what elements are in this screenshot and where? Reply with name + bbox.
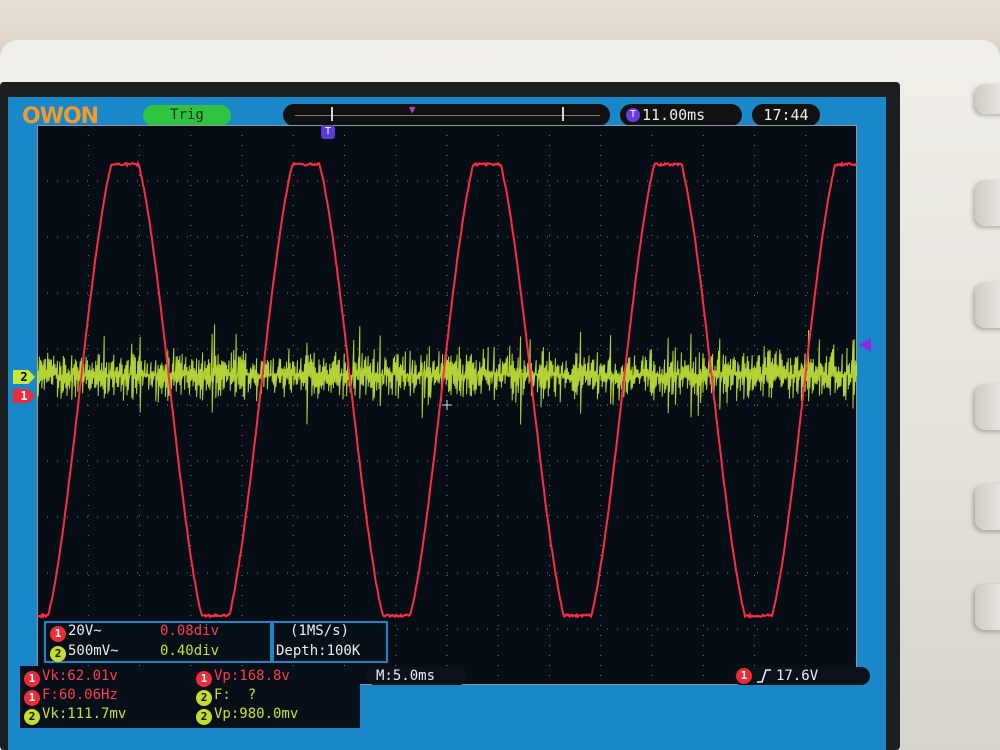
ch2-offset: 0.40div	[160, 643, 220, 659]
position-bracket-right	[562, 107, 564, 121]
trigger-level-marker	[859, 338, 871, 352]
trigger-level-value: 17.6V	[776, 668, 819, 684]
trigger-time-icon: T	[626, 108, 640, 122]
trigger-marker-icon: T	[321, 125, 335, 139]
horizontal-position-box: T 11.00ms	[620, 104, 742, 126]
trigger-source-icon: 1	[736, 668, 752, 684]
ch2-icon: 2	[196, 690, 212, 706]
ch1-icon: 1	[24, 671, 40, 687]
channel-settings-panel: 1 20V~ 0.08div 2 500mV~ 0.40div	[44, 621, 272, 663]
waveform-plot-area	[36, 125, 858, 685]
trigger-status-badge: Trig	[143, 105, 231, 126]
side-menu-button-3[interactable]	[975, 384, 1000, 430]
ch2-frequency-measurement: 2 F: ?	[196, 687, 256, 706]
rising-edge-icon	[757, 669, 771, 683]
clock-box: 17:44	[752, 104, 820, 126]
measurements-panel: 1 Vk:62.01v 1 Vp:168.8v 1 F:60.06Hz 2 F: ? 2…	[20, 666, 360, 728]
side-menu-button-5[interactable]	[975, 584, 1000, 630]
acquisition-panel: (1MS/s) Depth:100K	[272, 621, 388, 663]
ch1-offset: 0.08div	[160, 623, 220, 639]
timebase-value: M:5.0ms	[376, 668, 436, 684]
side-menu-button-2[interactable]	[975, 282, 1000, 328]
ch1-scale: 20V~	[68, 623, 102, 639]
ch1-settings-row: 1 20V~	[50, 623, 102, 642]
ch1-icon: 1	[50, 626, 66, 642]
position-bracket-left	[331, 107, 333, 121]
ch2-icon: 2	[196, 709, 212, 725]
ch1-waveform	[36, 160, 858, 619]
side-top-button[interactable]	[975, 84, 1000, 114]
side-menu-button-4[interactable]	[975, 484, 1000, 530]
ch2-icon: 2	[50, 646, 66, 662]
waveform-position-track	[295, 115, 600, 116]
ch2-vk-measurement: 2 Vk:111.7mv	[24, 706, 126, 725]
ch1-icon: 1	[24, 690, 40, 706]
ch1-vk-measurement: 1 Vk:62.01v	[24, 668, 118, 687]
ch2-icon: 2	[24, 709, 40, 725]
horizontal-position-value: 11.00ms	[642, 106, 706, 124]
ch2-vp-measurement: 2 Vp:980.0mv	[196, 706, 298, 725]
trigger-info-box: 1 17.6V	[732, 667, 870, 685]
memory-depth: Depth:100K	[276, 643, 361, 659]
ch2-settings-row: 2 500mV~	[50, 643, 119, 662]
ch1-vp-measurement: 1 Vp:168.8v	[196, 668, 290, 687]
ch1-icon: 1	[196, 671, 212, 687]
ch1-frequency-measurement: 1 F:60.06Hz	[24, 687, 118, 706]
ch2-scale: 500mV~	[68, 643, 119, 659]
sample-rate: (1MS/s)	[290, 623, 350, 639]
side-menu-button-1[interactable]	[975, 180, 1000, 226]
waveform-svg	[36, 125, 858, 685]
clock-value: 17:44	[763, 106, 809, 124]
timebase-box: M:5.0ms	[366, 667, 468, 685]
trigger-position-marker-icon: ▼	[409, 103, 416, 116]
